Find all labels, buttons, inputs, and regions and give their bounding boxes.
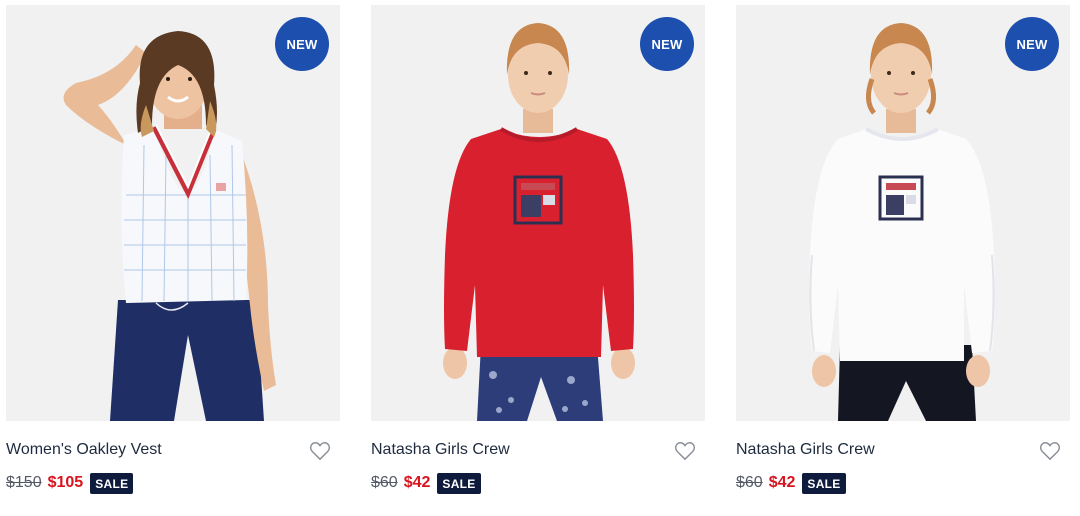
new-badge: NEW <box>1005 17 1059 71</box>
heart-icon[interactable] <box>1039 441 1061 461</box>
product-image-natasha-red[interactable]: NEW <box>371 5 705 421</box>
sale-price: $42 <box>768 474 796 491</box>
heart-icon[interactable] <box>674 441 696 461</box>
product-card: NEW Natasha Girls Crew $60 $42 SALE <box>371 5 705 505</box>
new-badge: NEW <box>275 17 329 71</box>
original-price: $60 <box>736 474 763 491</box>
original-price: $150 <box>6 474 42 491</box>
product-title-row: Women's Oakley Vest <box>6 437 340 467</box>
sale-price: $105 <box>47 474 84 491</box>
sale-price: $42 <box>403 474 431 491</box>
product-name[interactable]: Natasha Girls Crew <box>736 441 875 459</box>
product-image-natasha-white[interactable]: NEW <box>736 5 1070 421</box>
sale-badge: SALE <box>90 472 134 494</box>
heart-icon[interactable] <box>309 441 331 461</box>
sale-badge: SALE <box>802 472 846 494</box>
product-image-oakley-vest[interactable]: NEW <box>6 5 340 421</box>
price-row: $150 $105 SALE <box>6 471 340 495</box>
product-title-row: Natasha Girls Crew <box>371 437 705 467</box>
product-card: NEW Natasha Girls Crew $60 $42 SALE <box>736 5 1070 505</box>
new-badge: NEW <box>640 17 694 71</box>
product-card: NEW Women's Oakley Vest $150 $105 SALE <box>6 5 340 505</box>
price-row: $60 $42 SALE <box>371 471 705 495</box>
original-price: $60 <box>371 474 398 491</box>
product-grid: NEW Women's Oakley Vest $150 $105 SALE N… <box>0 0 1080 516</box>
product-name[interactable]: Natasha Girls Crew <box>371 441 510 459</box>
sale-badge: SALE <box>437 472 481 494</box>
product-title-row: Natasha Girls Crew <box>736 437 1070 467</box>
product-name[interactable]: Women's Oakley Vest <box>6 441 162 459</box>
price-row: $60 $42 SALE <box>736 471 1070 495</box>
